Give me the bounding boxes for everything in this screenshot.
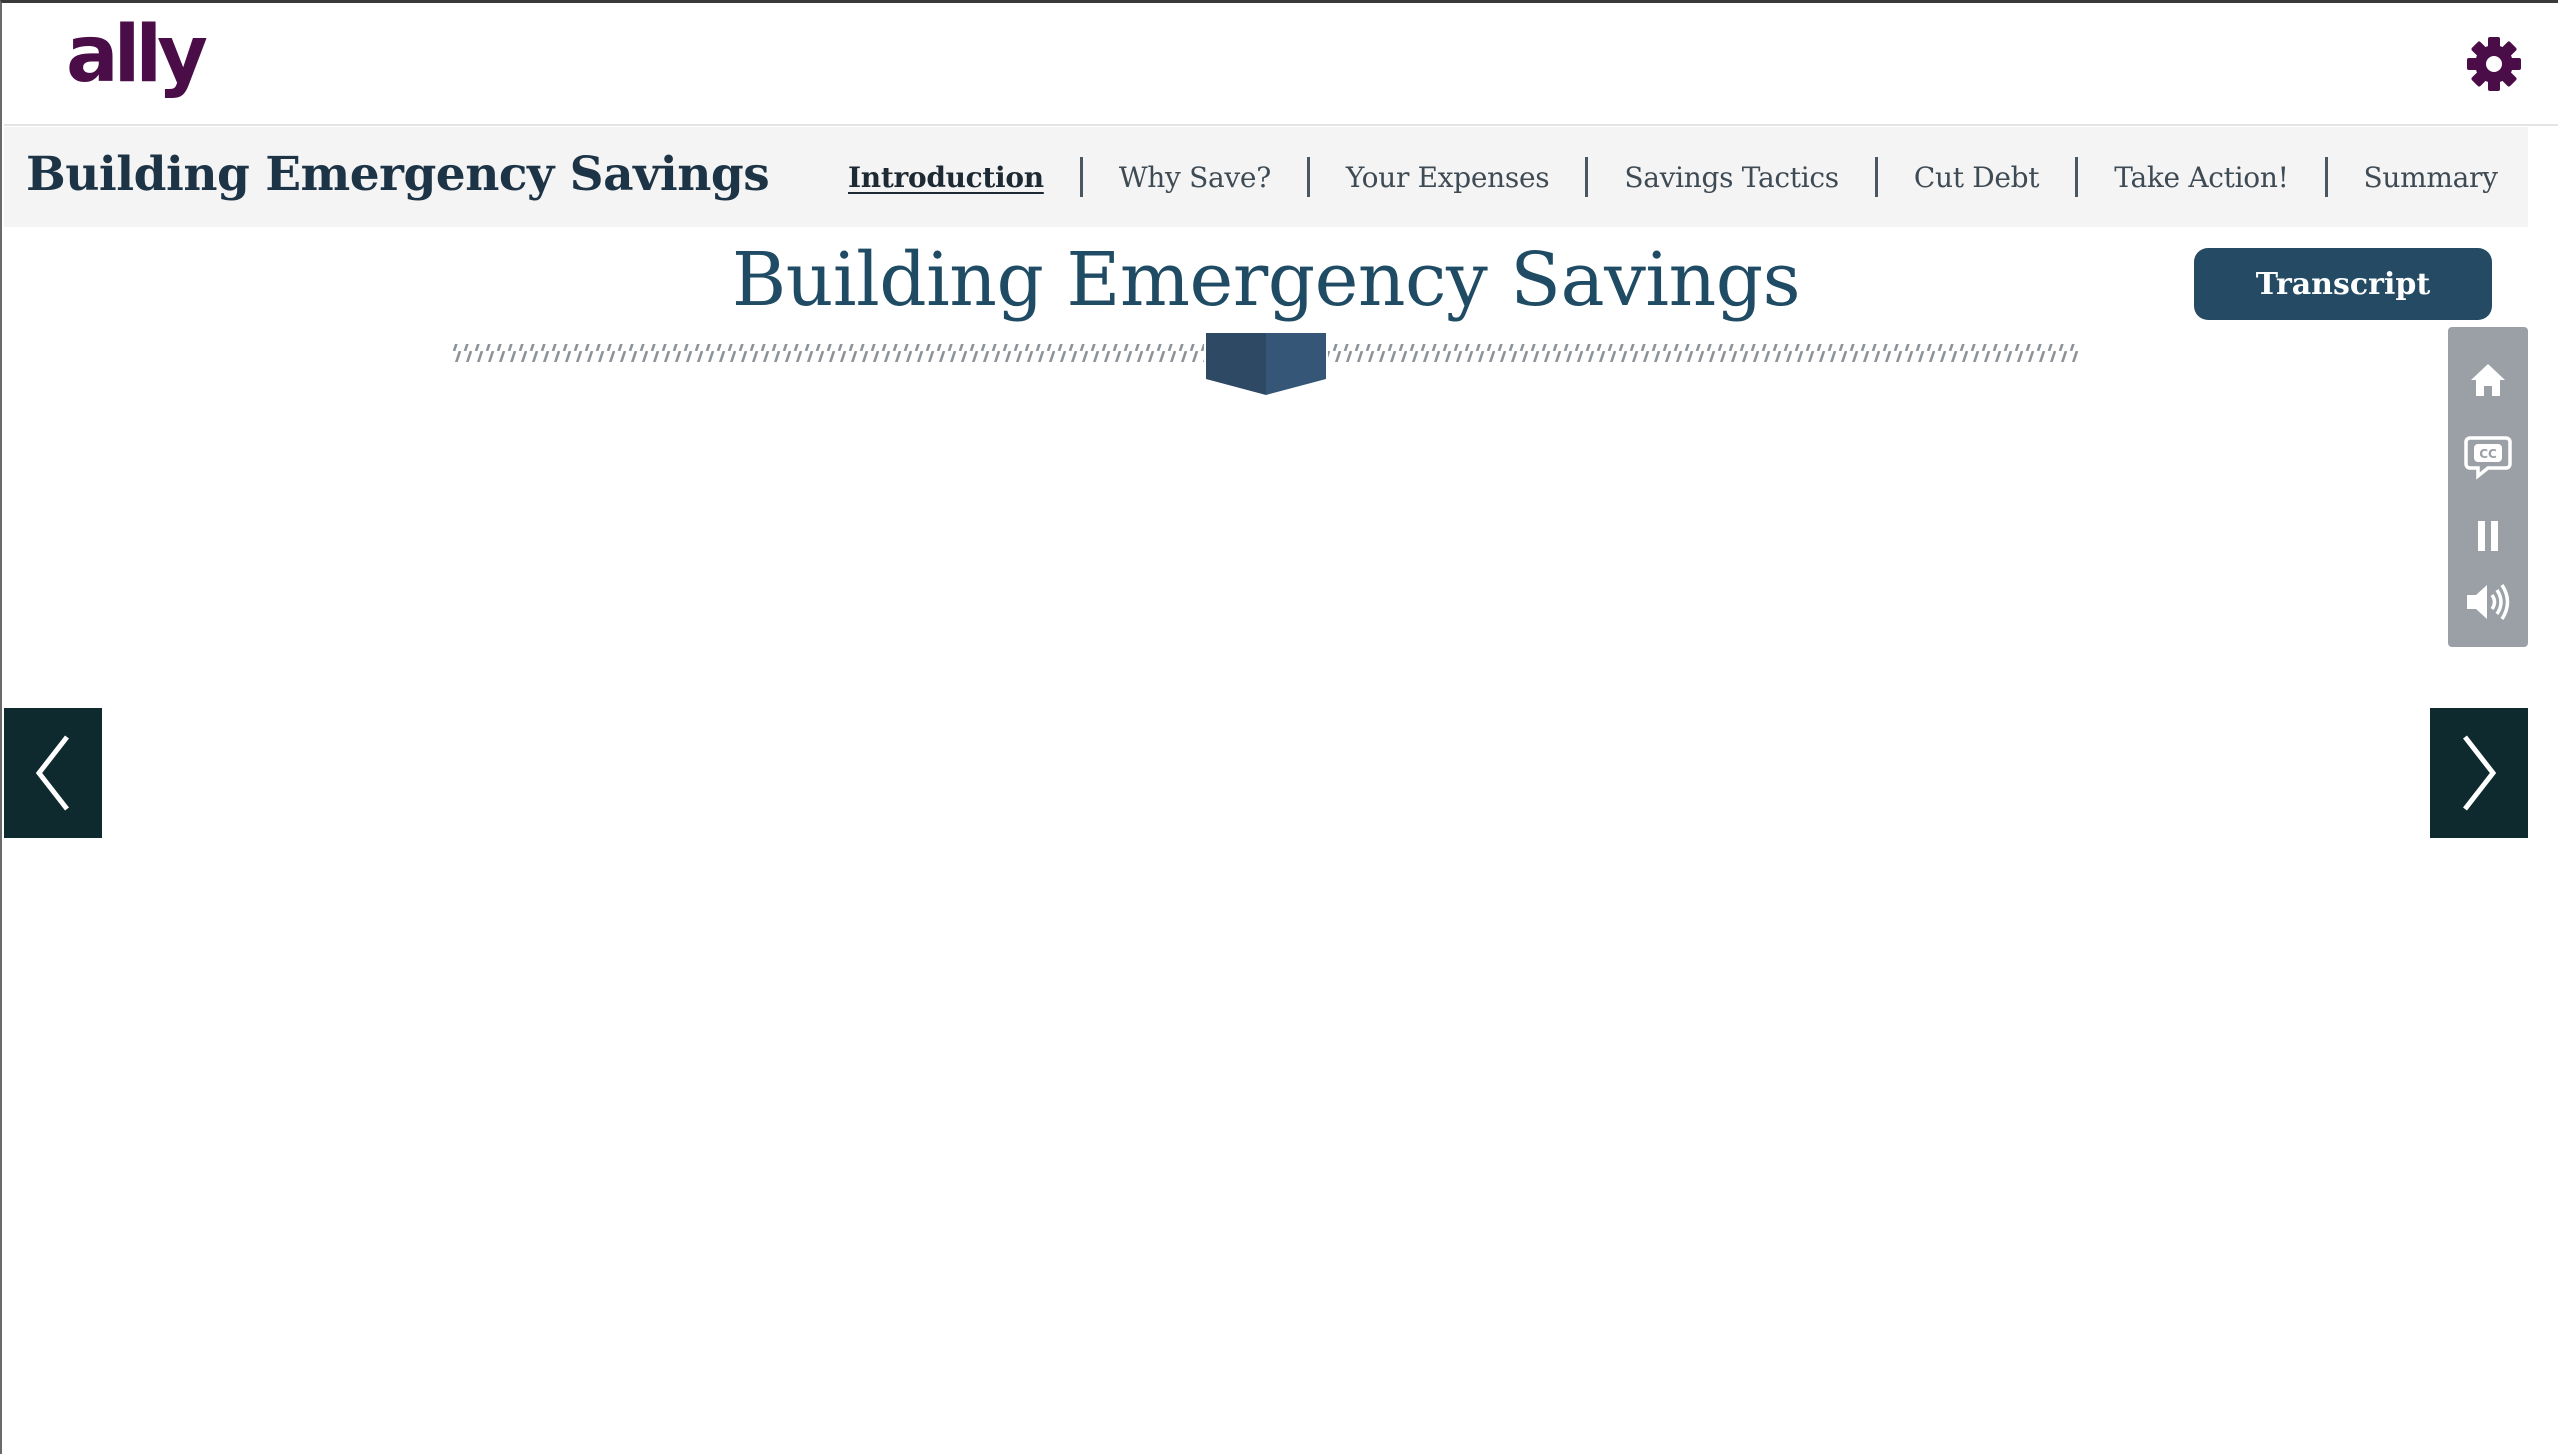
ally-logo: ally	[66, 10, 208, 100]
pause-icon[interactable]	[2448, 503, 2528, 569]
gear-icon[interactable]	[2466, 36, 2522, 92]
tab-cut-debt[interactable]: Cut Debt	[1878, 161, 2075, 194]
previous-slide-button[interactable]	[4, 708, 102, 838]
tab-take-action[interactable]: Take Action!	[2078, 161, 2324, 194]
section-tabs: Introduction Why Save? Your Expenses Sav…	[812, 151, 2534, 203]
title-divider-ribbon	[452, 333, 2080, 395]
tab-summary[interactable]: Summary	[2328, 161, 2534, 194]
chevron-right-icon	[2463, 735, 2497, 811]
media-controls-panel: CC	[2448, 327, 2528, 647]
course-navigation-bar: Building Emergency Savings Introduction …	[4, 127, 2528, 227]
slide-title: Building Emergency Savings	[731, 237, 1801, 323]
tab-your-expenses[interactable]: Your Expenses	[1310, 161, 1585, 194]
tab-why-save[interactable]: Why Save?	[1083, 161, 1307, 194]
svg-text:CC: CC	[2479, 447, 2497, 461]
chevron-left-icon	[35, 735, 69, 811]
course-title: Building Emergency Savings	[26, 147, 770, 202]
tab-introduction[interactable]: Introduction	[812, 161, 1080, 194]
home-icon[interactable]	[2448, 347, 2528, 413]
brand-header: ally	[4, 6, 2558, 126]
volume-icon[interactable]	[2448, 569, 2528, 635]
course-player: ally Building Emergency Savings Introduc…	[0, 0, 2558, 1454]
closed-captions-icon[interactable]: CC	[2448, 423, 2528, 489]
next-slide-button[interactable]	[2430, 708, 2528, 838]
tab-savings-tactics[interactable]: Savings Tactics	[1588, 161, 1875, 194]
transcript-button[interactable]: Transcript	[2194, 248, 2492, 320]
